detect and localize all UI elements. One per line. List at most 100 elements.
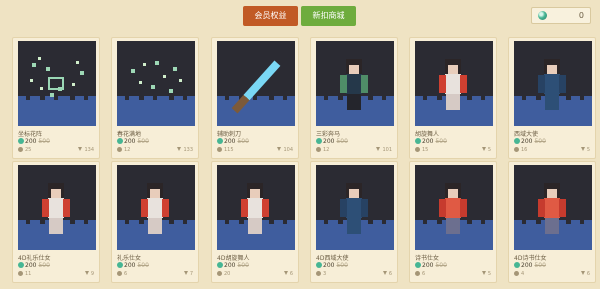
- likes-count: 12: [316, 147, 329, 153]
- item-thumbnail: [18, 165, 96, 250]
- coin-icon: [316, 138, 322, 144]
- download-icon: [277, 147, 282, 151]
- download-icon: [580, 147, 585, 151]
- like-icon: [18, 271, 23, 276]
- likes-count: 16: [514, 147, 527, 153]
- item-name: 胡旋舞人: [415, 131, 440, 138]
- current-price: 200: [323, 262, 335, 269]
- download-count: 101: [376, 147, 392, 153]
- item-card[interactable]: 坐标花阵 200 500 25 134: [12, 37, 100, 159]
- original-price: 500: [534, 262, 546, 269]
- likes-count: 6: [117, 271, 127, 277]
- item-thumbnail: [217, 165, 295, 250]
- price-row: 200 500: [316, 138, 348, 145]
- likes-count: 11: [18, 271, 31, 277]
- item-thumbnail: [415, 41, 493, 126]
- item-card[interactable]: 三彩奔马 200 500 12 101: [310, 37, 398, 159]
- current-price: 200: [124, 262, 136, 269]
- item-name: 诗书仕女: [415, 255, 440, 262]
- like-icon: [415, 271, 420, 276]
- current-price: 200: [323, 138, 335, 145]
- price-row: 200 500: [117, 138, 149, 145]
- price-row: 200 500: [217, 262, 249, 269]
- item-name: 4D西域大使: [316, 255, 349, 262]
- item-card[interactable]: 春花满地 200 500 12 133: [111, 37, 199, 159]
- item-thumbnail: [117, 41, 195, 126]
- download-count: 133: [177, 147, 193, 153]
- item-card[interactable]: 礼乐仕女 200 500 6 7: [111, 161, 199, 283]
- download-icon: [177, 147, 182, 151]
- coin-icon: [117, 262, 123, 268]
- download-icon: [382, 271, 387, 275]
- price-row: 200 500: [514, 138, 546, 145]
- likes-count: 25: [18, 147, 31, 153]
- download-count: 6: [382, 271, 392, 277]
- item-thumbnail: [316, 41, 394, 126]
- download-count: 5: [481, 147, 491, 153]
- price-row: 200 500: [316, 262, 348, 269]
- download-icon: [481, 147, 486, 151]
- meta-row: 11 9: [18, 271, 94, 278]
- current-price: 200: [224, 138, 236, 145]
- item-thumbnail: [514, 41, 592, 126]
- likes-count: 4: [514, 271, 524, 277]
- download-icon: [580, 271, 585, 275]
- meta-row: 16 5: [514, 147, 590, 154]
- item-card[interactable]: 4D西域大使 200 500 3 6: [310, 161, 398, 283]
- price-row: 200 500: [18, 138, 50, 145]
- price-row: 200 500: [415, 262, 447, 269]
- download-icon: [481, 271, 486, 275]
- item-card[interactable]: 胡旋舞人 200 500 15 5: [409, 37, 497, 159]
- item-card[interactable]: 4D诗书仕女 200 500 4 6: [508, 161, 596, 283]
- download-count: 5: [481, 271, 491, 277]
- price-row: 200 500: [18, 262, 50, 269]
- current-price: 200: [422, 138, 434, 145]
- item-thumbnail: [217, 41, 295, 126]
- download-icon: [84, 271, 89, 275]
- original-price: 500: [38, 262, 50, 269]
- item-name: 三彩奔马: [316, 131, 341, 138]
- download-icon: [78, 147, 83, 151]
- current-price: 200: [422, 262, 434, 269]
- meta-row: 12 133: [117, 147, 193, 154]
- download-icon: [183, 271, 188, 275]
- coin-icon: [117, 138, 123, 144]
- likes-count: 12: [117, 147, 130, 153]
- item-name: 4D胡旋舞人: [217, 255, 250, 262]
- like-icon: [514, 147, 519, 152]
- item-card[interactable]: 4D胡旋舞人 200 500 20 6: [211, 161, 299, 283]
- item-thumbnail: [117, 165, 195, 250]
- current-price: 200: [124, 138, 136, 145]
- original-price: 500: [137, 262, 149, 269]
- meta-row: 15 5: [415, 147, 491, 154]
- download-icon: [283, 271, 288, 275]
- item-name: 春花满地: [117, 131, 142, 138]
- original-price: 500: [237, 262, 249, 269]
- item-card[interactable]: 辅助刺刀 200 500 115 104: [211, 37, 299, 159]
- original-price: 500: [534, 138, 546, 145]
- like-icon: [18, 147, 23, 152]
- likes-count: 3: [316, 271, 326, 277]
- like-icon: [514, 271, 519, 276]
- price-row: 200 500: [415, 138, 447, 145]
- coin-icon: [217, 262, 223, 268]
- likes-count: 20: [217, 271, 230, 277]
- coin-icon: [18, 262, 24, 268]
- price-row: 200 500: [117, 262, 149, 269]
- like-icon: [316, 147, 321, 152]
- item-card[interactable]: 西域大使 200 500 16 5: [508, 37, 596, 159]
- download-count: 6: [580, 271, 590, 277]
- download-count: 134: [78, 147, 94, 153]
- original-price: 500: [137, 138, 149, 145]
- download-count: 9: [84, 271, 94, 277]
- download-icon: [376, 147, 381, 151]
- meta-row: 36: [316, 271, 392, 278]
- coin-icon: [415, 138, 421, 144]
- meta-row: 25 134: [18, 147, 94, 154]
- like-icon: [117, 147, 122, 152]
- original-price: 500: [435, 262, 447, 269]
- current-price: 200: [521, 262, 533, 269]
- item-card[interactable]: 诗书仕女 200 500 6 5: [409, 161, 497, 283]
- item-thumbnail: [415, 165, 493, 250]
- item-card[interactable]: 4D礼乐仕女 200 500 11 9: [12, 161, 100, 283]
